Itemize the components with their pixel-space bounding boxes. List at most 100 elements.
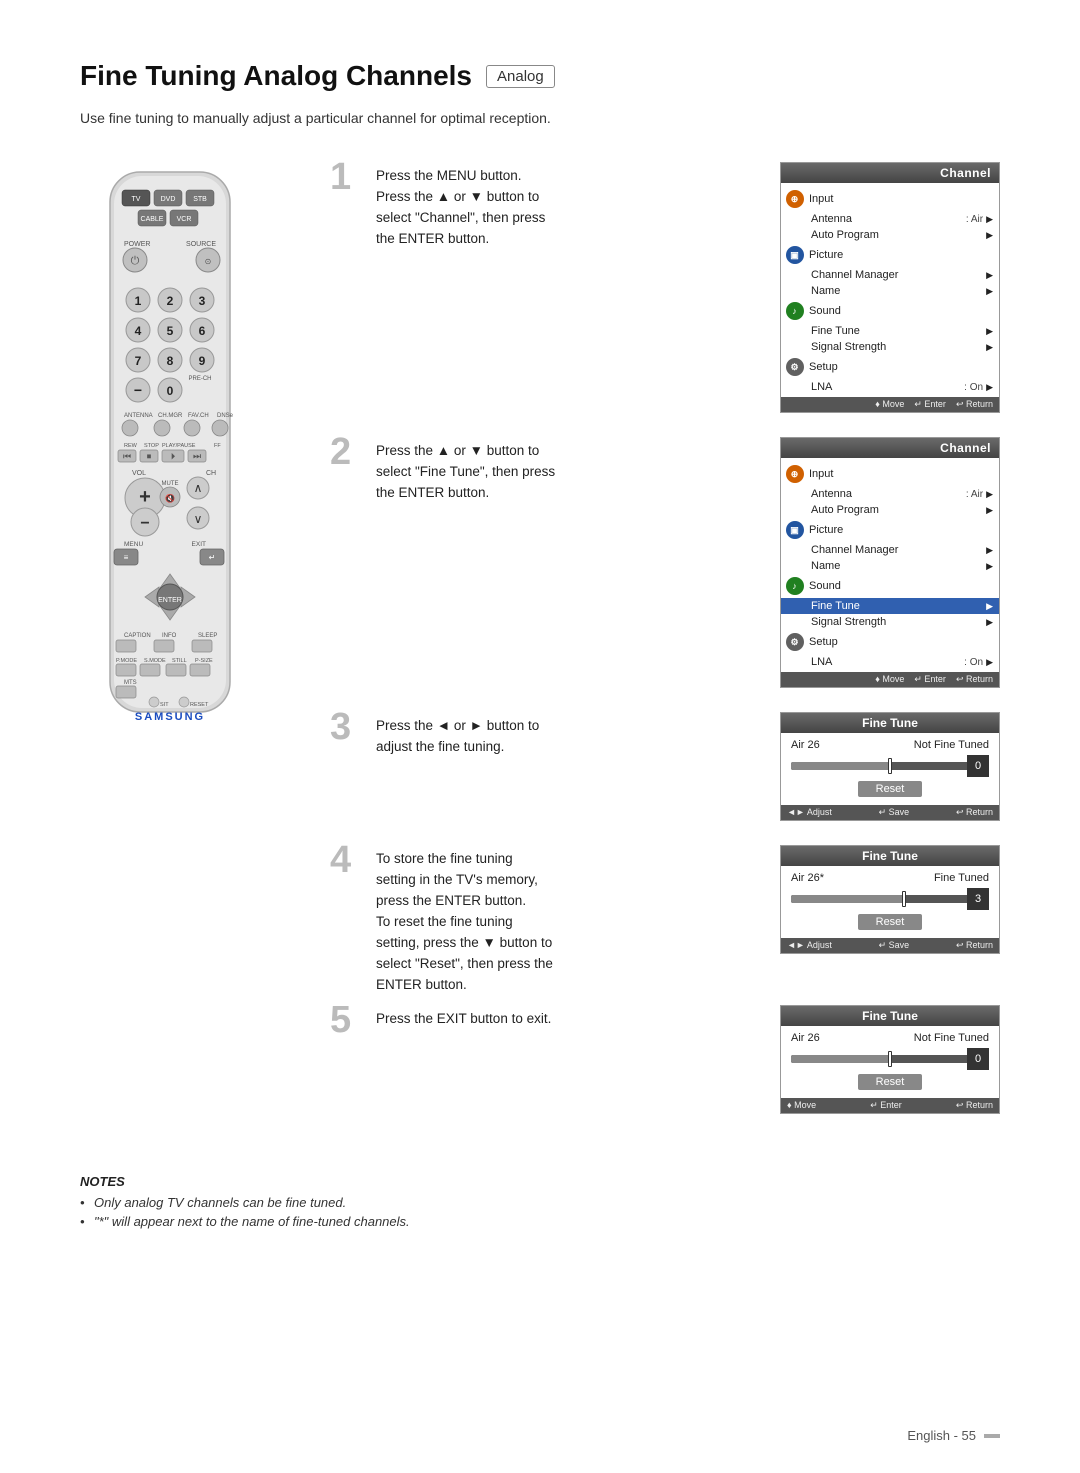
ft-footer-return-5: ↩ Return xyxy=(956,1100,993,1111)
step-3-number: 3 xyxy=(330,708,358,746)
name-label-1: Name xyxy=(809,285,983,297)
analog-badge: Analog xyxy=(486,65,555,88)
lna-label-2: LNA xyxy=(809,656,964,668)
menu-row-signal-1: Signal Strength ▶ xyxy=(781,339,999,355)
chanmgr-arrow-2: ▶ xyxy=(986,545,993,556)
ft-value-4: 3 xyxy=(967,888,989,910)
svg-text:S.MODE: S.MODE xyxy=(144,658,166,664)
lna-arrow-1: ▶ xyxy=(986,382,993,393)
svg-text:⏮: ⏮ xyxy=(123,451,131,461)
step-3-text: Press the ◄ or ► button to adjust the fi… xyxy=(376,712,762,758)
step-5-row: 5 Press the EXIT button to exit. Fine Tu… xyxy=(330,1005,1000,1128)
step-1-text: Press the MENU button. Press the ▲ or ▼ … xyxy=(376,162,762,250)
main-content: TV DVD STB CABLE VCR POWER SOURCE ⏻ xyxy=(80,162,1000,1138)
channel-body-2: ⊕ Input Antenna : Air ▶ Auto Program ▶ xyxy=(781,458,999,672)
fine-tune-body-5: Air 26 Not Fine Tuned 0 xyxy=(781,1026,999,1098)
svg-text:4: 4 xyxy=(135,324,142,338)
svg-text:6: 6 xyxy=(199,324,206,338)
setup-label-1: Setup xyxy=(807,361,993,373)
signal-label-2: Signal Strength xyxy=(809,616,983,628)
fine-tune-row1-3: Air 26 Not Fine Tuned xyxy=(791,739,989,751)
ft-reset-btn-5[interactable]: Reset xyxy=(858,1074,923,1090)
finetune-label-1: Fine Tune xyxy=(809,325,983,337)
svg-text:MUTE: MUTE xyxy=(162,481,179,487)
autoprog-arrow-2: ▶ xyxy=(986,505,993,516)
svg-text:PLAY/PAUSE: PLAY/PAUSE xyxy=(162,443,196,449)
picture-label-2: Picture xyxy=(807,524,993,536)
fine-tune-body-3: Air 26 Not Fine Tuned 0 xyxy=(781,733,999,805)
footer-enter-1: ↵ Enter xyxy=(914,399,946,410)
chanmgr-arrow-1: ▶ xyxy=(986,270,993,281)
channel-header-1: Channel xyxy=(781,163,999,183)
screen2-footer: ♦ Move ↵ Enter ↩ Return xyxy=(781,672,999,687)
notes-list: Only analog TV channels can be fine tune… xyxy=(80,1195,1000,1229)
svg-text:0: 0 xyxy=(167,384,174,398)
step-4-text: To store the fine tuning setting in the … xyxy=(376,845,762,995)
ft-slider-wrap-4: 3 xyxy=(791,888,989,910)
svg-text:+: + xyxy=(139,486,151,508)
sound-icon-1: ♪ xyxy=(785,301,807,321)
ft-footer-move-5: ♦ Move xyxy=(787,1100,816,1111)
signal-label-1: Signal Strength xyxy=(809,341,983,353)
svg-text:9: 9 xyxy=(199,354,206,368)
svg-text:DNSe: DNSe xyxy=(217,413,234,419)
menu-row-name-1: Name ▶ xyxy=(781,283,999,299)
ft-footer-adjust-3: ◄► Adjust xyxy=(787,807,832,818)
menu-row-antenna-1: Antenna : Air ▶ xyxy=(781,211,999,227)
ft-slider-wrap-5: 0 xyxy=(791,1048,989,1070)
ft-reset-row-4: Reset xyxy=(791,914,989,930)
step-2-text: Press the ▲ or ▼ button to select "Fine … xyxy=(376,437,762,504)
fine-tune-header-3: Fine Tune xyxy=(781,713,999,733)
svg-text:≡: ≡ xyxy=(124,553,129,562)
antenna-arrow-2: ▶ xyxy=(986,489,993,500)
finetune-arrow-1: ▶ xyxy=(986,326,993,337)
fine-tune-row1-4: Air 26* Fine Tuned xyxy=(791,872,989,884)
ft-footer-5: ♦ Move ↵ Enter ↩ Return xyxy=(781,1098,999,1113)
svg-text:CAPTION: CAPTION xyxy=(124,633,151,639)
svg-text:RESET: RESET xyxy=(190,702,209,708)
menu-row-lna-1: LNA : On ▶ xyxy=(781,379,999,395)
channel-header-2: Channel xyxy=(781,438,999,458)
svg-text:1: 1 xyxy=(135,294,142,308)
signal-arrow-2: ▶ xyxy=(986,617,993,628)
lna-label-1: LNA xyxy=(809,381,964,393)
menu-row-input-1: ⊕ Input xyxy=(781,187,999,211)
svg-text:⏻: ⏻ xyxy=(131,255,140,267)
menu-row-sound-2: ♪ Sound xyxy=(781,574,999,598)
input-icon-1: ⊕ xyxy=(785,189,807,209)
ft-slider-thumb-5 xyxy=(888,1051,892,1067)
ft-footer-return-3: ↩ Return xyxy=(956,807,993,818)
input-label-2: Input xyxy=(807,468,993,480)
input-label-1: Input xyxy=(807,193,993,205)
footer-return-2: ↩ Return xyxy=(956,674,993,685)
ft-reset-row-5: Reset xyxy=(791,1074,989,1090)
autoprog-arrow-1: ▶ xyxy=(986,230,993,241)
step-2-screen: Channel ⊕ Input Antenna : Air ▶ xyxy=(780,437,1000,702)
menu-row-input-2: ⊕ Input xyxy=(781,462,999,486)
svg-text:ANTENNA: ANTENNA xyxy=(124,413,153,419)
menu-row-chanmgr-2: Channel Manager ▶ xyxy=(781,542,999,558)
svg-text:SLEEP: SLEEP xyxy=(198,633,217,639)
subtitle: Use fine tuning to manually adjust a par… xyxy=(80,110,1000,126)
ft-footer-adjust-4: ◄► Adjust xyxy=(787,940,832,951)
ft-footer-enter-5: ↵ Enter xyxy=(870,1100,902,1111)
menu-row-antenna-2: Antenna : Air ▶ xyxy=(781,486,999,502)
ft-channel-4: Air 26* xyxy=(791,872,824,884)
remote-column: TV DVD STB CABLE VCR POWER SOURCE ⏻ xyxy=(80,162,300,1138)
step-1-number: 1 xyxy=(330,158,358,196)
svg-text:FF: FF xyxy=(214,443,221,449)
antenna-label-1: Antenna xyxy=(809,213,966,225)
step-1-row: 1 Press the MENU button. Press the ▲ or … xyxy=(330,162,1000,427)
ft-reset-btn-3[interactable]: Reset xyxy=(858,781,923,797)
svg-text:8: 8 xyxy=(167,354,174,368)
ft-footer-save-3: ↵ Save xyxy=(879,807,910,818)
note-item-2: "*" will appear next to the name of fine… xyxy=(80,1214,1000,1229)
menu-row-lna-2: LNA : On ▶ xyxy=(781,654,999,670)
ft-value-3: 0 xyxy=(967,755,989,777)
ft-reset-btn-4[interactable]: Reset xyxy=(858,914,923,930)
tv-channel-screen-1: Channel ⊕ Input Antenna : Air ▶ xyxy=(780,162,1000,413)
fine-tune-row1-5: Air 26 Not Fine Tuned xyxy=(791,1032,989,1044)
svg-text:FAV.CH: FAV.CH xyxy=(188,413,209,419)
ft-slider-fill-4 xyxy=(791,895,904,903)
step-4-row: 4 To store the fine tuning setting in th… xyxy=(330,845,1000,995)
